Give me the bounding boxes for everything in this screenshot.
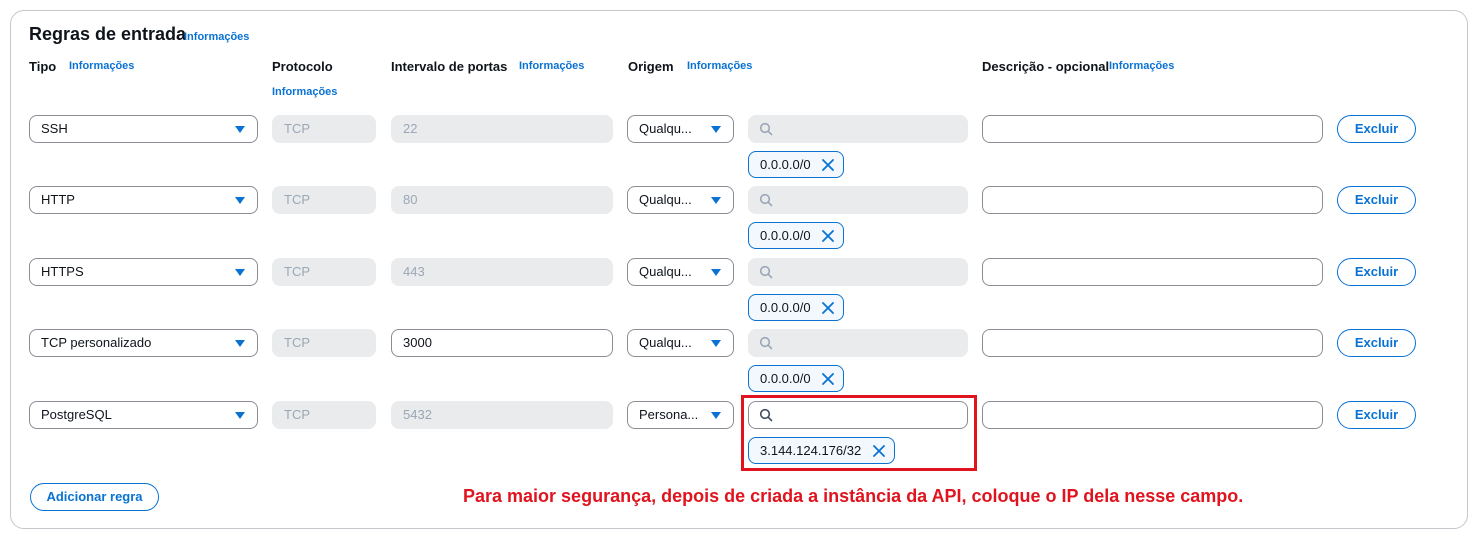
caret-down-icon xyxy=(711,412,721,419)
cidr-token: 0.0.0.0/0 xyxy=(748,151,845,178)
header-protocol: Protocolo xyxy=(272,59,333,74)
description-input[interactable] xyxy=(982,401,1323,429)
header-description: Descrição - opcional xyxy=(982,59,1110,74)
caret-down-icon xyxy=(711,269,721,276)
header-type-info-link[interactable]: Informações xyxy=(69,60,134,72)
description-input[interactable] xyxy=(982,329,1323,357)
type-select-value: HTTPS xyxy=(41,264,84,279)
cidr-token-label: 0.0.0.0/0 xyxy=(760,371,811,386)
close-icon[interactable] xyxy=(822,229,835,242)
source-cidr-search xyxy=(748,258,968,286)
source-select-value: Qualqu... xyxy=(639,264,692,279)
annotation-highlight-box xyxy=(741,395,977,471)
caret-down-icon xyxy=(711,126,721,133)
header-protocol-info-link[interactable]: Informações xyxy=(272,86,337,98)
search-icon xyxy=(759,193,773,207)
source-cidr-search xyxy=(748,115,968,143)
header-description-info-link[interactable]: Informações xyxy=(1109,60,1174,72)
protocol-field: TCP xyxy=(272,258,376,286)
type-select[interactable]: SSH xyxy=(29,115,258,143)
source-select[interactable]: Qualqu... xyxy=(627,329,734,357)
delete-rule-button[interactable]: Excluir xyxy=(1337,329,1416,357)
cidr-token-label: 0.0.0.0/0 xyxy=(760,300,811,315)
source-select[interactable]: Qualqu... xyxy=(627,258,734,286)
port-range-input[interactable]: 3000 xyxy=(391,329,613,357)
source-select[interactable]: Persona... xyxy=(627,401,734,429)
port-range-input: 5432 xyxy=(391,401,613,429)
description-input[interactable] xyxy=(982,258,1323,286)
delete-rule-button[interactable]: Excluir xyxy=(1337,401,1416,429)
caret-down-icon xyxy=(711,197,721,204)
delete-rule-button[interactable]: Excluir xyxy=(1337,186,1416,214)
protocol-field: TCP xyxy=(272,186,376,214)
source-select-value: Qualqu... xyxy=(639,335,692,350)
port-range-input: 22 xyxy=(391,115,613,143)
close-icon[interactable] xyxy=(822,372,835,385)
type-select-value: TCP personalizado xyxy=(41,335,152,350)
caret-down-icon xyxy=(235,412,245,419)
source-select-value: Persona... xyxy=(639,407,699,422)
caret-down-icon xyxy=(235,269,245,276)
type-select-value: PostgreSQL xyxy=(41,407,112,422)
protocol-field: TCP xyxy=(272,115,376,143)
section-info-link[interactable]: Informações xyxy=(184,31,249,43)
header-source-info-link[interactable]: Informações xyxy=(687,60,752,72)
add-rule-button[interactable]: Adicionar regra xyxy=(30,483,159,511)
delete-rule-button[interactable]: Excluir xyxy=(1337,115,1416,143)
description-input[interactable] xyxy=(982,186,1323,214)
header-port-range-info-link[interactable]: Informações xyxy=(519,60,584,72)
section-title: Regras de entrada xyxy=(29,24,187,44)
search-icon xyxy=(759,265,773,279)
caret-down-icon xyxy=(711,340,721,347)
port-range-input: 80 xyxy=(391,186,613,214)
source-select[interactable]: Qualqu... xyxy=(627,186,734,214)
source-cidr-search xyxy=(748,186,968,214)
source-select[interactable]: Qualqu... xyxy=(627,115,734,143)
type-select-value: SSH xyxy=(41,121,68,136)
type-select[interactable]: HTTPS xyxy=(29,258,258,286)
protocol-field: TCP xyxy=(272,329,376,357)
cidr-token-label: 0.0.0.0/0 xyxy=(760,157,811,172)
cidr-token: 0.0.0.0/0 xyxy=(748,222,845,249)
type-select[interactable]: HTTP xyxy=(29,186,258,214)
protocol-field: TCP xyxy=(272,401,376,429)
caret-down-icon xyxy=(235,126,245,133)
annotation-note: Para maior segurança, depois de criada a… xyxy=(463,486,1244,506)
description-input[interactable] xyxy=(982,115,1323,143)
close-icon[interactable] xyxy=(822,301,835,314)
header-source: Origem xyxy=(628,59,674,74)
type-select[interactable]: PostgreSQL xyxy=(29,401,258,429)
header-port-range: Intervalo de portas xyxy=(391,59,508,74)
header-type: Tipo xyxy=(29,59,57,74)
close-icon[interactable] xyxy=(822,158,835,171)
source-select-value: Qualqu... xyxy=(639,192,692,207)
type-select[interactable]: TCP personalizado xyxy=(29,329,258,357)
caret-down-icon xyxy=(235,197,245,204)
search-icon xyxy=(759,122,773,136)
type-select-value: HTTP xyxy=(41,192,75,207)
source-select-value: Qualqu... xyxy=(639,121,692,136)
caret-down-icon xyxy=(235,340,245,347)
source-cidr-search xyxy=(748,329,968,357)
search-icon xyxy=(759,336,773,350)
port-range-input: 443 xyxy=(391,258,613,286)
cidr-token: 0.0.0.0/0 xyxy=(748,294,845,321)
cidr-token-label: 0.0.0.0/0 xyxy=(760,228,811,243)
cidr-token: 0.0.0.0/0 xyxy=(748,365,845,392)
delete-rule-button[interactable]: Excluir xyxy=(1337,258,1416,286)
